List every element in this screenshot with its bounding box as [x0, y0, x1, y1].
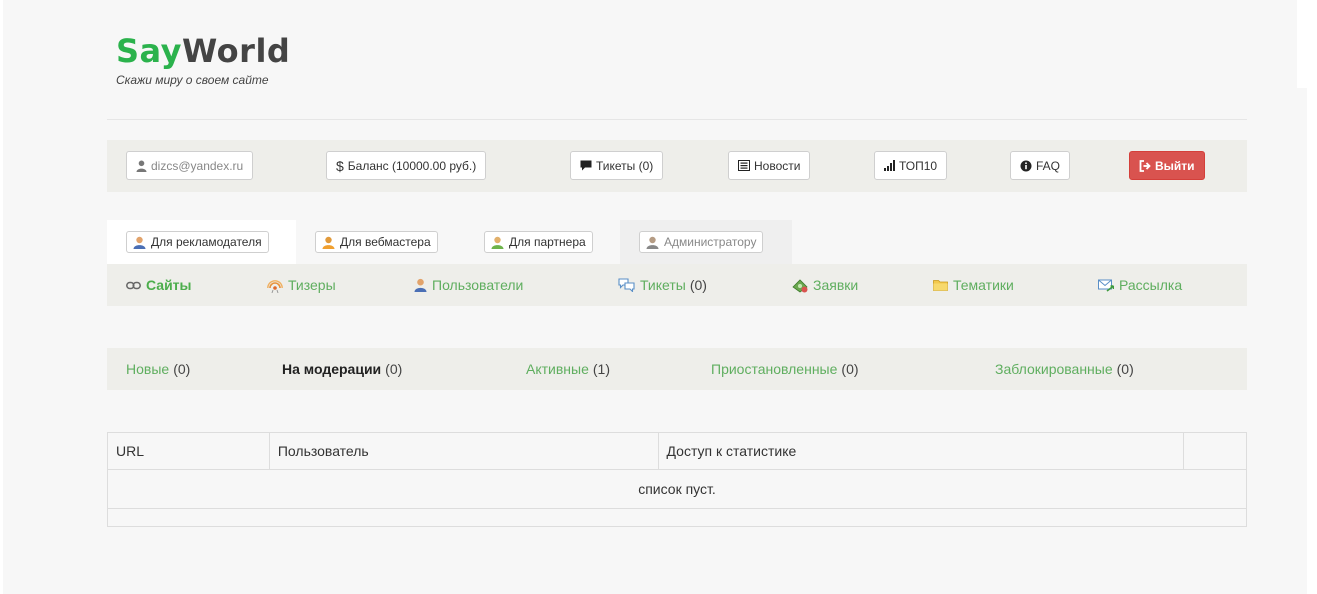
link-icon	[126, 281, 141, 290]
filter-moderation[interactable]: На модерации (0)	[282, 348, 402, 390]
user-icon	[136, 160, 147, 172]
faq-label: FAQ	[1036, 158, 1061, 173]
subnav-mailing[interactable]: Рассылка	[1098, 264, 1182, 306]
table-footer-row	[107, 508, 1247, 527]
info-icon	[1020, 160, 1032, 172]
column-actions	[1183, 432, 1247, 470]
filter-new-count: (0)	[173, 361, 191, 377]
subnav-tickets-label: Тикеты	[640, 277, 686, 293]
logo-wordmark: SayWorld	[116, 32, 290, 70]
webmaster-label: Для вебмастера	[340, 235, 431, 249]
news-label: Новости	[754, 158, 801, 173]
subnav-tickets-count: (0)	[689, 277, 707, 293]
filter-blocked-label: Заблокированные	[995, 361, 1113, 377]
dollar-icon: $	[336, 157, 344, 174]
partner-user-icon	[491, 236, 504, 249]
column-user: Пользователь	[268, 432, 659, 470]
chat-bubbles-icon	[618, 278, 635, 292]
faq-button[interactable]: FAQ	[1010, 151, 1071, 180]
tab-admin[interactable]: Администратору	[620, 220, 792, 264]
filter-moderation-label: На модерации	[282, 361, 382, 377]
empty-list-message: список пуст.	[107, 469, 1247, 509]
news-button[interactable]: Новости	[728, 151, 811, 180]
advertiser-button[interactable]: Для рекламодателя	[126, 231, 269, 253]
user-account-button[interactable]: dizcs@yandex.ru	[126, 151, 254, 180]
top10-button[interactable]: ТОП10	[874, 151, 948, 180]
balance-label: Баланс (10000.00 руб.)	[347, 158, 477, 173]
subnav-topics[interactable]: Тематики	[933, 264, 1014, 306]
header-divider	[107, 119, 1247, 120]
signal-bars-icon	[884, 160, 895, 171]
webmaster-button[interactable]: Для вебмастера	[315, 231, 438, 253]
admin-label: Администратору	[664, 235, 757, 249]
tab-webmaster[interactable]: Для вебмастера	[296, 220, 464, 264]
subnav-requests[interactable]: Заявки	[792, 264, 858, 306]
filter-moderation-count: (0)	[385, 361, 403, 377]
subnav-sites[interactable]: Сайты	[126, 264, 192, 306]
logout-label: Выйти	[1155, 158, 1195, 173]
site-tagline: Скажи миру о своем сайте	[116, 73, 269, 87]
filter-active[interactable]: Активные (1)	[526, 348, 610, 390]
filter-paused-count: (0)	[841, 361, 859, 377]
advertiser-label: Для рекламодателя	[151, 235, 262, 249]
newspaper-icon	[738, 160, 750, 171]
filter-paused-label: Приостановленные	[711, 361, 838, 377]
logo-say: Say	[116, 32, 183, 70]
subnav-sites-label: Сайты	[146, 277, 192, 293]
site-logo[interactable]: SayWorld Скажи миру о своем сайте	[116, 32, 290, 87]
top-toolbar: dizcs@yandex.ru $ Баланс (10000.00 руб.)…	[107, 140, 1247, 192]
column-stats-access: Доступ к статистике	[657, 432, 1185, 470]
webmaster-user-icon	[322, 236, 335, 249]
tab-advertiser[interactable]: Для рекламодателя	[107, 220, 296, 264]
rss-icon	[267, 277, 283, 293]
tickets-button[interactable]: Тикеты (0)	[570, 151, 664, 180]
filter-blocked[interactable]: Заблокированные (0)	[995, 348, 1134, 390]
admin-button[interactable]: Администратору	[639, 231, 764, 253]
admin-subnav: Сайты Тизеры Пользователи Тикеты (0) Зая…	[107, 264, 1247, 306]
filter-active-label: Активные	[526, 361, 589, 377]
subnav-users[interactable]: Пользователи	[414, 264, 523, 306]
role-tabs: Для рекламодателя Для вебмастера Для пар…	[107, 220, 1247, 264]
folder-icon	[933, 279, 948, 291]
filter-blocked-count: (0)	[1116, 361, 1134, 377]
subnav-mailing-label: Рассылка	[1119, 277, 1183, 293]
subnav-requests-label: Заявки	[813, 277, 859, 293]
filter-new-label: Новые	[126, 361, 170, 377]
filter-new[interactable]: Новые (0)	[126, 348, 190, 390]
filter-paused[interactable]: Приостановленные (0)	[711, 348, 859, 390]
subnav-tickets[interactable]: Тикеты (0)	[618, 264, 707, 306]
subnav-teasers[interactable]: Тизеры	[267, 264, 336, 306]
subnav-teasers-label: Тизеры	[288, 277, 336, 293]
users-icon	[414, 278, 427, 292]
advertiser-user-icon	[133, 236, 146, 249]
partner-button[interactable]: Для партнера	[484, 231, 593, 253]
balance-button[interactable]: $ Баланс (10000.00 руб.)	[326, 151, 487, 180]
subnav-users-label: Пользователи	[432, 277, 524, 293]
filter-active-count: (1)	[592, 361, 610, 377]
user-email: dizcs@yandex.ru	[151, 158, 244, 173]
table-row: список пуст.	[107, 469, 1247, 509]
logout-button[interactable]: Выйти	[1129, 151, 1205, 180]
tickets-label: Тикеты (0)	[596, 158, 654, 173]
page-edge	[1297, 0, 1307, 88]
envelope-icon	[1098, 278, 1114, 292]
sites-table: URL Пользователь Доступ к статистике спи…	[107, 432, 1247, 527]
top10-label: ТОП10	[899, 158, 938, 173]
tab-partner[interactable]: Для партнера	[464, 220, 620, 264]
status-filter-bar: Новые (0) На модерации (0) Активные (1) …	[107, 348, 1247, 390]
admin-user-icon	[646, 236, 659, 249]
subnav-topics-label: Тематики	[953, 277, 1014, 293]
table-header-row: URL Пользователь Доступ к статистике	[107, 432, 1247, 470]
table-footer	[107, 508, 1247, 527]
sign-out-icon	[1139, 159, 1151, 172]
money-icon	[792, 278, 808, 293]
column-url: URL	[107, 432, 270, 470]
logo-world: World	[182, 32, 291, 70]
partner-label: Для партнера	[509, 235, 586, 249]
comment-icon	[580, 160, 592, 171]
